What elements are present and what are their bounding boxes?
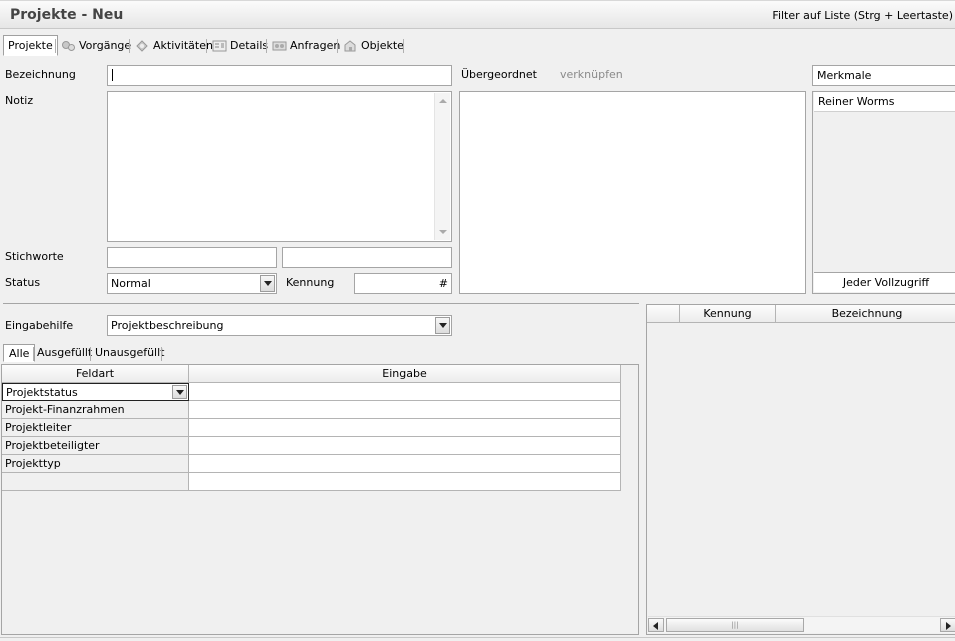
tab-objekte[interactable]: Objekte: [339, 35, 408, 56]
status-value: Normal: [111, 277, 151, 290]
title-bar: Projekte - Neu Filter auf Liste (Strg + …: [0, 0, 955, 29]
merkmale-header: Merkmale: [812, 65, 955, 86]
uebergeordnet-label: Übergeordnet: [461, 68, 537, 81]
feldart-value: Projektbeteiligter: [5, 439, 100, 452]
scroll-right-icon[interactable]: [940, 618, 955, 632]
notiz-scrollbar[interactable]: [434, 93, 450, 240]
status-select[interactable]: Normal: [107, 273, 277, 294]
feldart-cell[interactable]: Projektstatus: [2, 383, 189, 401]
feldart-value: Projektstatus: [6, 386, 78, 399]
filter-tabs: Alle Ausgefüllt Unausgefüllt: [3, 344, 203, 363]
chevron-down-icon[interactable]: [435, 317, 450, 334]
tab-projekte[interactable]: Projekte: [3, 35, 58, 56]
table-row[interactable]: Projektbeteiligter: [2, 437, 621, 455]
stichworte-input-1[interactable]: [107, 247, 277, 268]
tab-objekte-label: Objekte: [361, 38, 404, 52]
column-header-eingabe[interactable]: Eingabe: [189, 365, 621, 383]
request-icon: [272, 41, 287, 50]
tab-vorgaenge[interactable]: Vorgänge: [57, 35, 135, 56]
bottom-border: [0, 637, 955, 638]
details-icon: [212, 40, 227, 51]
merkmale-item-label: Reiner Worms: [818, 95, 895, 108]
uebergeordnet-list[interactable]: [459, 91, 806, 294]
tab-vorgaenge-label: Vorgänge: [79, 38, 132, 52]
table-row[interactable]: Projekt-Finanzrahmen: [2, 401, 621, 419]
column-header-feldart[interactable]: Feldart: [2, 365, 189, 383]
table-row[interactable]: Projektstatus: [2, 383, 621, 401]
kennung-label: Kennung: [286, 276, 335, 289]
eingabe-cell[interactable]: [189, 419, 621, 437]
eingabe-grid: Feldart Eingabe Projektstatus Projekt-Fi…: [1, 364, 639, 635]
merkmale-list: Reiner Worms Jeder Vollzugriff: [812, 91, 955, 294]
tab-alle[interactable]: Alle: [3, 344, 36, 362]
kennung-value: #: [438, 277, 448, 290]
scroll-down-icon[interactable]: [439, 230, 447, 234]
tab-details-label: Details: [230, 38, 269, 52]
tab-details[interactable]: Details: [208, 35, 272, 56]
tab-ausgefuellt-label: Ausgefüllt: [37, 346, 93, 359]
object-icon: [344, 39, 356, 51]
column-header-kennung[interactable]: Kennung: [680, 305, 776, 323]
scroll-up-icon[interactable]: [439, 99, 447, 103]
bezeichnung-label: Bezeichnung: [5, 68, 76, 81]
tab-aktivitaeten[interactable]: Aktivitäten: [131, 35, 217, 56]
tab-anfragen-label: Anfragen: [290, 38, 341, 52]
column-header-bezeichnung[interactable]: Bezeichnung: [776, 305, 955, 323]
right-list-grid: Kennung Bezeichnung |||: [646, 304, 955, 635]
stichworte-input-2[interactable]: [282, 247, 452, 268]
eingabe-cell[interactable]: [189, 473, 621, 491]
chevron-down-icon[interactable]: [260, 275, 275, 292]
activity-icon: [136, 39, 148, 52]
tab-alle-label: Alle: [9, 347, 30, 360]
tab-aktivitaeten-label: Aktivitäten: [153, 38, 213, 52]
main-tabs: Projekte Vorgänge Aktivitäten Details An…: [0, 35, 955, 57]
chevron-down-icon[interactable]: [172, 385, 187, 399]
tab-unausgefuellt-label: Unausgefüllt: [95, 346, 165, 359]
feldart-value: Projekttyp: [5, 457, 61, 470]
eingabehilfe-select[interactable]: Projektbeschreibung: [107, 315, 452, 336]
section-divider: [3, 303, 639, 304]
process-icon: [62, 40, 75, 51]
bezeichnung-input[interactable]: [107, 65, 452, 86]
eingabe-cell[interactable]: [189, 401, 621, 419]
feldart-value: Projektleiter: [5, 421, 72, 434]
jeder-vollzugriff-button[interactable]: Jeder Vollzugriff: [814, 272, 955, 292]
horizontal-scrollbar[interactable]: |||: [648, 616, 955, 633]
stichworte-label: Stichworte: [5, 250, 64, 263]
filter-hint[interactable]: Filter auf Liste (Strg + Leertaste): [772, 9, 953, 22]
eingabehilfe-value: Projektbeschreibung: [111, 319, 224, 332]
table-row[interactable]: [2, 473, 621, 491]
feldart-cell[interactable]: Projekt-Finanzrahmen: [2, 401, 189, 419]
jeder-vollzugriff-label: Jeder Vollzugriff: [842, 276, 930, 289]
list-item[interactable]: Reiner Worms: [814, 92, 955, 112]
feldart-cell[interactable]: Projektbeteiligter: [2, 437, 189, 455]
text-caret: [112, 69, 113, 81]
eingabe-cell[interactable]: [189, 383, 621, 401]
table-row[interactable]: Projektleiter: [2, 419, 621, 437]
tab-projekte-label: Projekte: [8, 38, 53, 52]
eingabehilfe-label: Eingabehilfe: [5, 319, 74, 332]
table-row[interactable]: Projekttyp: [2, 455, 621, 473]
feldart-cell[interactable]: [2, 473, 189, 491]
verknuepfen-link[interactable]: verknüpfen: [560, 68, 623, 81]
status-label: Status: [5, 276, 41, 289]
tab-unausgefuellt[interactable]: Unausgefüllt: [90, 344, 170, 362]
column-header-selector[interactable]: [647, 305, 680, 323]
scroll-left-icon[interactable]: [648, 618, 664, 632]
kennung-input[interactable]: #: [354, 273, 452, 294]
scroll-thumb[interactable]: |||: [666, 618, 804, 632]
feldart-cell[interactable]: Projekttyp: [2, 455, 189, 473]
notiz-textarea[interactable]: [107, 91, 452, 242]
window-title: Projekte - Neu: [10, 7, 124, 23]
tab-ausgefuellt[interactable]: Ausgefüllt: [32, 344, 97, 362]
eingabe-cell[interactable]: [189, 455, 621, 473]
notiz-label: Notiz: [5, 94, 34, 107]
eingabe-cell[interactable]: [189, 437, 621, 455]
tab-anfragen[interactable]: Anfragen: [268, 35, 344, 56]
merkmale-header-label: Merkmale: [817, 69, 872, 82]
feldart-value: Projekt-Finanzrahmen: [5, 403, 125, 416]
feldart-cell[interactable]: Projektleiter: [2, 419, 189, 437]
